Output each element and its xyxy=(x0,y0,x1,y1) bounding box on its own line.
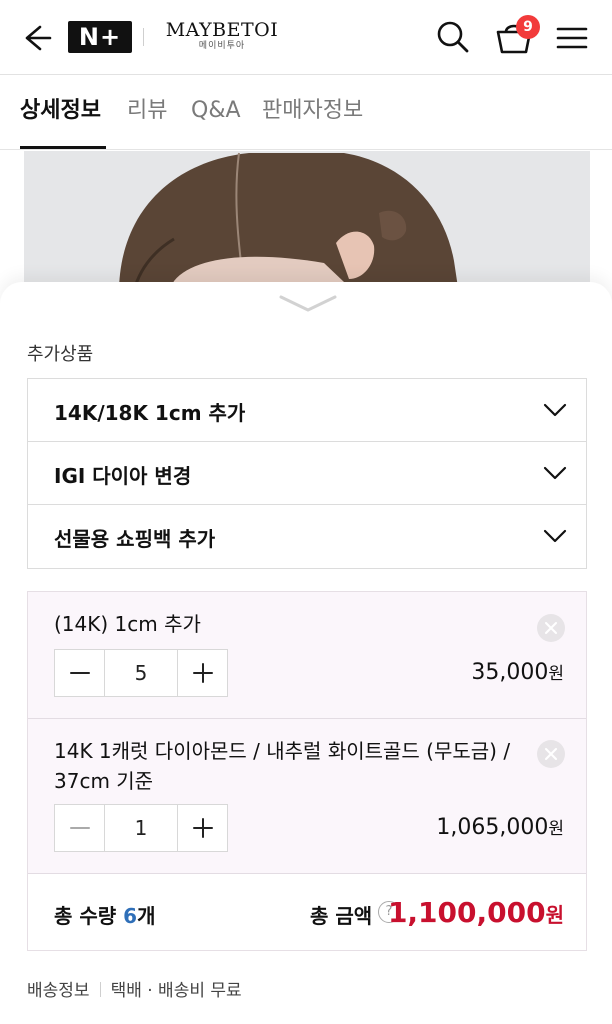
quantity-stepper: 1 xyxy=(54,804,228,852)
cart-count-badge: 9 xyxy=(516,15,540,39)
search-icon[interactable] xyxy=(434,18,472,56)
shipping-label: 배송정보 xyxy=(27,981,90,1001)
brand-sub: 메이비투아 xyxy=(198,41,246,51)
tab-qna[interactable]: Q&A xyxy=(191,96,241,130)
menu-icon[interactable] xyxy=(554,20,590,56)
order-summary: 총 수량 6개 총 금액 ? 1,100,000원 xyxy=(28,874,586,950)
total-price-currency: 원 xyxy=(545,903,564,927)
quantity-decrease-button[interactable] xyxy=(55,805,105,851)
tab-detail[interactable]: 상세정보 xyxy=(20,96,101,130)
option-price: 1,065,000원 xyxy=(436,814,564,840)
product-image xyxy=(24,151,590,301)
addon-label: 선물용 쇼핑백 추가 xyxy=(54,527,216,551)
option-name: (14K) 1cm 추가 xyxy=(54,612,201,636)
quantity-decrease-button[interactable] xyxy=(55,650,105,696)
total-price-label: 총 금액 xyxy=(310,904,373,928)
option-bottom-sheet: 추가상품 14K/18K 1cm 추가 IGI 다이아 변경 선물용 쇼핑백 추… xyxy=(0,282,612,1024)
quantity-stepper: 5 xyxy=(54,649,228,697)
shipping-info: 배송정보 택배 · 배송비 무료 xyxy=(27,976,242,1001)
header: N+ MAYBETOI 메이비투아 9 xyxy=(0,0,612,75)
option-price: 35,000원 xyxy=(471,659,564,685)
sheet-collapse-chevron-icon[interactable] xyxy=(278,292,338,316)
tab-review[interactable]: 리뷰 xyxy=(127,96,167,130)
addon-section-label: 추가상품 xyxy=(27,344,94,365)
back-arrow-icon[interactable] xyxy=(18,20,54,56)
chevron-down-icon xyxy=(542,523,568,549)
remove-option-icon[interactable] xyxy=(537,614,565,642)
addon-select-3[interactable]: 선물용 쇼핑백 추가 xyxy=(28,505,586,568)
addon-label: IGI 다이아 변경 xyxy=(54,464,192,488)
quantity-increase-button[interactable] xyxy=(177,805,227,851)
brand-name: MAYBETOI xyxy=(165,19,279,41)
product-tabs: 상세정보 리뷰 Q&A 판매자정보 xyxy=(0,76,612,150)
selected-options-box: (14K) 1cm 추가 5 35,000원 14K 1캐럿 다이아몬드 / 내… xyxy=(27,591,587,951)
remove-option-icon[interactable] xyxy=(537,740,565,768)
option-name: 14K 1캐럿 다이아몬드 / 내추럴 화이트골드 (무도금) / 37cm 기… xyxy=(54,739,511,793)
addon-select-1[interactable]: 14K/18K 1cm 추가 xyxy=(28,379,586,442)
addon-label: 14K/18K 1cm 추가 xyxy=(54,401,246,425)
naver-plus-logo[interactable]: N+ xyxy=(68,21,132,53)
quantity-value[interactable]: 5 xyxy=(105,650,177,696)
selected-option-item: 14K 1캐럿 다이아몬드 / 내추럴 화이트골드 (무도금) / 37cm 기… xyxy=(28,719,586,874)
total-quantity: 총 수량 6개 xyxy=(54,900,155,929)
quantity-increase-button[interactable] xyxy=(177,650,227,696)
option-price-value: 35,000 xyxy=(471,660,549,685)
total-quantity-unit: 개 xyxy=(137,904,156,928)
shipping-value: 택배 · 배송비 무료 xyxy=(110,981,242,1001)
total-price: 1,100,000원 xyxy=(388,896,564,929)
brand-logo[interactable]: MAYBETOI 메이비투아 xyxy=(160,19,284,52)
selected-option-item: (14K) 1cm 추가 5 35,000원 xyxy=(28,592,586,719)
total-quantity-value: 6 xyxy=(123,904,138,928)
total-quantity-label: 총 수량 xyxy=(54,904,117,928)
currency-unit: 원 xyxy=(548,664,564,684)
chevron-down-icon xyxy=(542,460,568,486)
total-price-value: 1,100,000 xyxy=(387,896,546,929)
option-price-value: 1,065,000 xyxy=(436,815,549,840)
addon-select-2[interactable]: IGI 다이아 변경 xyxy=(28,442,586,505)
quantity-value[interactable]: 1 xyxy=(105,805,177,851)
chevron-down-icon xyxy=(542,397,568,423)
tab-active-indicator xyxy=(20,146,106,149)
logo-divider xyxy=(143,28,144,46)
shipping-divider xyxy=(99,982,101,997)
tab-seller-info[interactable]: 판매자정보 xyxy=(262,96,363,130)
addon-select-list: 14K/18K 1cm 추가 IGI 다이아 변경 선물용 쇼핑백 추가 xyxy=(27,378,587,569)
currency-unit: 원 xyxy=(548,819,564,839)
